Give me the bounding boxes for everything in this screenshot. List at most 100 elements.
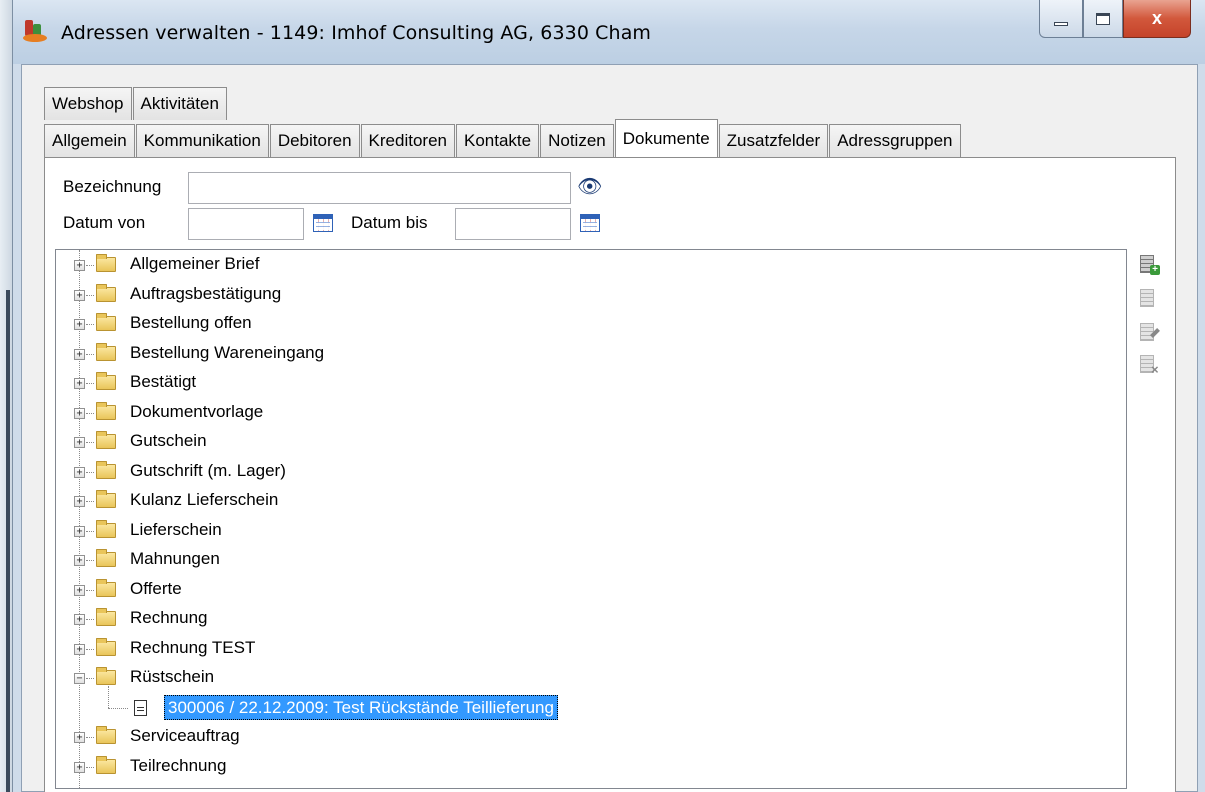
expand-icon[interactable]: + (74, 437, 85, 448)
tree-node[interactable]: + Bestellung offen (56, 309, 1126, 338)
tree-node-label: Bestätigt (130, 372, 197, 391)
expand-icon[interactable]: + (74, 348, 85, 360)
copy-document-icon[interactable] (1140, 289, 1160, 311)
folder-icon (96, 519, 116, 538)
document-tree[interactable]: + Allgemeiner Brief + Auftragsbestätigun… (55, 249, 1127, 789)
expand-icon[interactable]: + (74, 466, 85, 478)
folder-icon (96, 254, 116, 272)
expand-icon[interactable]: + (74, 555, 85, 566)
folder-icon (96, 608, 116, 626)
datum-von-calendar-icon[interactable] (313, 214, 333, 232)
folder-icon (96, 726, 116, 744)
address-manager-window: Adressen verwalten - 1149: Imhof Consult… (12, 0, 1205, 792)
tree-connector (108, 707, 128, 709)
expand-icon[interactable]: + (74, 732, 85, 743)
folder-icon (96, 283, 116, 302)
tree-node[interactable]: + Dokumentvorlage (56, 398, 1126, 427)
expand-icon[interactable]: + (74, 584, 85, 596)
tree-node-label: Gutschrift (m. Lager) (130, 460, 286, 480)
tab-kommunikation[interactable]: Kommunikation (135, 124, 269, 157)
tree-child-document[interactable]: 300006 / 22.12.2009: Test Rückstände Tei… (56, 685, 1126, 722)
folder-icon (96, 401, 116, 420)
tree-node[interactable]: + Allgemeiner Brief (56, 250, 1126, 279)
close-icon: x (1151, 8, 1162, 28)
folder-icon (96, 637, 116, 656)
tree-node-label: Rüstschein (130, 667, 215, 686)
tree-node-label: Offerte (130, 578, 182, 598)
folder-icon (96, 460, 116, 479)
folder-icon (96, 431, 116, 449)
folder-icon (96, 372, 116, 390)
new-document-icon[interactable]: + (1140, 255, 1160, 277)
folder-icon (96, 755, 116, 774)
tab-debitoren[interactable]: Debitoren (269, 124, 360, 157)
tree-node[interactable]: + Rechnung (56, 604, 1126, 633)
window-title: Adressen verwalten - 1149: Imhof Consult… (61, 22, 652, 44)
tree-node[interactable]: + Teilrechnung (56, 752, 1126, 781)
expand-icon[interactable]: + (74, 525, 85, 537)
tree-node[interactable]: + Offerte (56, 575, 1126, 604)
tree-node[interactable]: + Gutschrift (m. Lager) (56, 457, 1126, 486)
tree-node-label: Bestellung offen (130, 313, 252, 332)
tab-kreditoren[interactable]: Kreditoren (360, 124, 455, 157)
folder-icon (96, 578, 116, 597)
tree-node[interactable]: + Auftragsbestätigung (56, 280, 1126, 309)
tree-node[interactable]: + Serviceauftrag (56, 722, 1126, 751)
tree-node[interactable]: − Rüstschein (56, 663, 1126, 692)
expand-icon[interactable]: + (74, 614, 85, 625)
folder-icon (96, 490, 116, 508)
tab-notizen[interactable]: Notizen (540, 124, 614, 157)
selected-document-label[interactable]: 300006 / 22.12.2009: Test Rückstände Tei… (164, 694, 558, 720)
folder-icon (96, 313, 116, 331)
tree-node[interactable]: + Gutschein (56, 427, 1126, 456)
tab-zusatzfelder[interactable]: Zusatzfelder (718, 124, 829, 157)
expand-icon[interactable]: + (74, 761, 85, 773)
expand-icon[interactable]: + (74, 260, 85, 271)
bezeichnung-input[interactable] (188, 172, 571, 204)
tab-kontakte[interactable]: Kontakte (455, 124, 540, 157)
tree-node[interactable]: + Mahnungen (56, 545, 1126, 574)
app-icon (23, 20, 49, 44)
datum-von-input[interactable] (188, 208, 304, 240)
tab-allgemein[interactable]: Allgemein (44, 124, 135, 157)
maximize-icon (1096, 12, 1110, 25)
tab-webshop[interactable]: Webshop (44, 87, 132, 120)
expand-icon[interactable]: + (74, 643, 85, 655)
tree-node-label: Serviceauftrag (130, 726, 240, 745)
search-binoculars-icon[interactable]: 👁 (577, 174, 602, 199)
title-bar[interactable]: Adressen verwalten - 1149: Imhof Consult… (13, 0, 1205, 64)
tree-node[interactable]: + Rechnung TEST (56, 634, 1126, 663)
collapse-icon[interactable]: − (74, 673, 85, 684)
expand-icon[interactable]: + (74, 496, 85, 507)
expand-icon[interactable]: + (74, 378, 85, 389)
datum-bis-input[interactable] (455, 208, 571, 240)
client-area: Webshop Aktivitäten Allgemein Kommunikat… (21, 64, 1198, 792)
tab-dokumente[interactable]: Dokumente (614, 119, 718, 157)
datum-von-label: Datum von (63, 213, 146, 232)
bezeichnung-label: Bezeichnung (63, 177, 162, 196)
tree-node-label: Teilrechnung (130, 755, 227, 775)
minimize-button[interactable] (1039, 0, 1083, 38)
close-button[interactable]: x (1123, 0, 1191, 38)
maximize-button[interactable] (1083, 0, 1123, 38)
tree-node-label: Auftragsbestätigung (130, 283, 282, 303)
delete-document-icon[interactable]: × (1140, 355, 1160, 377)
expand-icon[interactable]: + (74, 289, 85, 301)
tree-node-label: Dokumentvorlage (130, 401, 264, 421)
expand-icon[interactable]: + (74, 407, 85, 419)
edit-document-icon[interactable] (1140, 323, 1160, 345)
tree-node-label: Allgemeiner Brief (130, 254, 260, 273)
tree-node-label: Mahnungen (130, 549, 220, 568)
tree-node-label: Rechnung (130, 608, 208, 627)
tree-node-label: Rechnung TEST (130, 637, 256, 657)
tab-adressgruppen[interactable]: Adressgruppen (829, 124, 961, 157)
tree-node[interactable]: + Bestellung Wareneingang (56, 339, 1126, 368)
tree-node[interactable]: + Kulanz Lieferschein (56, 486, 1126, 515)
folder-icon (96, 549, 116, 567)
datum-bis-calendar-icon[interactable] (580, 214, 600, 232)
datum-bis-label: Datum bis (351, 213, 428, 232)
expand-icon[interactable]: + (74, 319, 85, 330)
tree-node[interactable]: + Bestätigt (56, 368, 1126, 397)
tree-node[interactable]: + Lieferschein (56, 516, 1126, 545)
tab-aktivitaeten[interactable]: Aktivitäten (132, 87, 227, 120)
